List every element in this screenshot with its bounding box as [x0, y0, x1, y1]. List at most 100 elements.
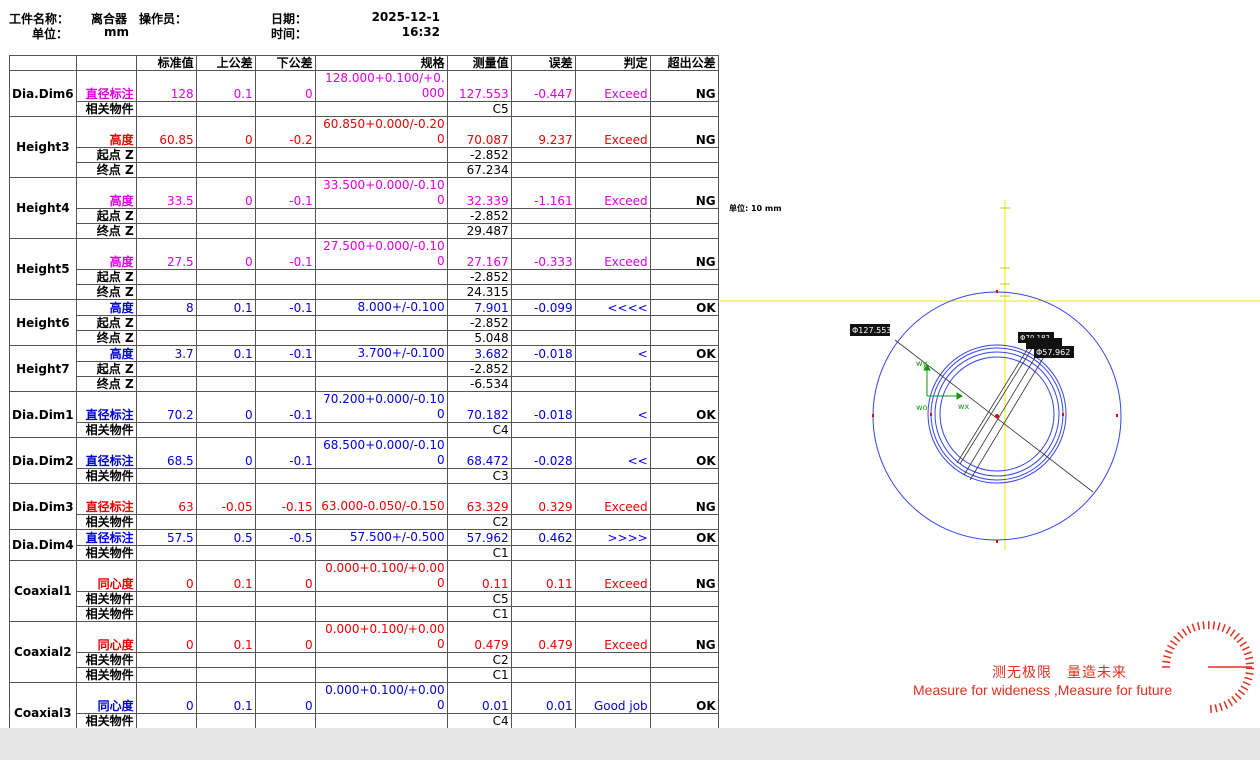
table-sub-row: 起点 Z -2.852 — [10, 147, 719, 163]
judgement: Exceed — [574, 621, 651, 653]
feature-name: Height7 — [9, 345, 77, 392]
lower-tolerance: -0.1 — [254, 177, 316, 209]
table-sub-row: 终点 Z 67.234 — [10, 162, 719, 178]
column-header: 误差 — [510, 55, 576, 71]
out-of-tolerance: NG — [649, 621, 719, 653]
nominal-value: 60.85 — [135, 116, 197, 148]
measured-value: 27.167 — [446, 238, 512, 270]
feature-name: Dia.Dim4 — [9, 529, 77, 561]
time-value: 16:32 — [401, 25, 440, 39]
sub-label: 终点 Z — [75, 162, 137, 178]
sub-label: 终点 Z — [75, 223, 137, 239]
column-header: 标准值 — [135, 55, 197, 71]
sub-label: 相关物件 — [75, 713, 137, 729]
bottom-scroll-bar[interactable] — [0, 728, 1260, 760]
upper-tolerance: 0 — [195, 391, 256, 423]
spec-value: 68.500+0.000/-0.100 — [314, 437, 448, 469]
sub-value: C1 — [446, 667, 512, 683]
sub-value: 24.315 — [446, 284, 512, 300]
measured-value: 0.11 — [446, 560, 512, 592]
nominal-value: 0 — [135, 682, 197, 714]
sub-label: 终点 Z — [75, 376, 137, 392]
table-sub-row: 起点 Z -2.852 — [10, 361, 719, 377]
measured-value: 68.472 — [446, 437, 512, 469]
sub-value: 29.487 — [446, 223, 512, 239]
lower-tolerance: 0 — [254, 621, 316, 653]
upper-tolerance: 0 — [195, 116, 256, 148]
table-sub-row: 相关物件 C1 — [10, 667, 719, 683]
upper-tolerance: 0.1 — [195, 345, 256, 362]
error-value: 0.01 — [510, 682, 576, 714]
nominal-value: 8 — [135, 299, 197, 316]
judgement: Exceed — [574, 560, 651, 592]
crosshair — [720, 200, 1260, 550]
error-value: -1.161 — [510, 177, 576, 209]
table-row: Dia.Dim4 直径标注 57.5 0.5 -0.5 57.500+/-0.500 57.… — [9, 529, 719, 561]
sub-value: C1 — [446, 545, 512, 561]
nominal-value: 68.5 — [135, 437, 197, 469]
spec-value: 8.000+/-0.100 — [314, 299, 448, 316]
nominal-value: 33.5 — [135, 177, 197, 209]
error-value: 9.237 — [510, 116, 576, 148]
column-header — [9, 55, 77, 71]
measure-type: 同心度 — [75, 682, 137, 714]
feature-name: Coaxial1 — [9, 560, 77, 622]
feature-name: Height4 — [9, 177, 77, 239]
error-value: -0.099 — [510, 299, 576, 316]
column-header: 上公差 — [195, 55, 256, 71]
lower-tolerance: -0.1 — [254, 437, 316, 469]
sub-value: -2.852 — [446, 315, 512, 331]
measure-type: 直径标注 — [75, 483, 137, 515]
sub-label: 起点 Z — [75, 208, 137, 224]
lower-tolerance: 0 — [254, 560, 316, 592]
slogan-english: Measure for wideness ,Measure for future — [913, 682, 1173, 698]
measured-value: 32.339 — [446, 177, 512, 209]
judgement: Exceed — [574, 483, 651, 515]
sub-value: C3 — [446, 468, 512, 484]
sub-label: 相关物件 — [75, 606, 137, 622]
measured-value: 7.901 — [446, 299, 512, 316]
sub-label: 相关物件 — [75, 667, 137, 683]
out-of-tolerance: OK — [649, 437, 719, 469]
measure-type: 高度 — [75, 116, 137, 148]
upper-tolerance: 0.1 — [195, 560, 256, 592]
judgement: << — [574, 437, 651, 469]
sub-label: 起点 Z — [75, 147, 137, 163]
axis-label-wy: wy — [916, 359, 928, 368]
table-sub-row: 相关物件 C1 — [10, 606, 719, 622]
measure-type: 高度 — [75, 177, 137, 209]
table-row: Coaxial1 同心度 0 0.1 0 0.000+0.100/+0.000 0.11 0.… — [9, 560, 719, 622]
table-row: Height3 高度 60.85 0 -0.2 60.850+0.000/-0.200 70… — [9, 116, 719, 178]
upper-tolerance: -0.05 — [195, 483, 256, 515]
feature-name: Dia.Dim2 — [9, 437, 77, 484]
nominal-value: 27.5 — [135, 238, 197, 270]
measured-value: 70.087 — [446, 116, 512, 148]
sub-value: 5.048 — [446, 330, 512, 346]
sub-value: C4 — [446, 422, 512, 438]
spec-value: 3.700+/-0.100 — [314, 345, 448, 362]
table-row: Height4 高度 33.5 0 -0.1 33.500+0.000/-0.100 32.… — [9, 177, 719, 239]
lower-tolerance: 0 — [254, 682, 316, 714]
unit-label: 单位： — [32, 27, 69, 41]
sub-value: C1 — [446, 606, 512, 622]
sub-value: C2 — [446, 514, 512, 530]
axis-label-wo: wo — [916, 403, 928, 412]
spec-value: 0.000+0.100/+0.000 — [314, 560, 448, 592]
lower-tolerance: 0 — [254, 70, 316, 102]
measured-value: 0.01 — [446, 682, 512, 714]
sub-value: C2 — [446, 652, 512, 668]
measured-value: 63.329 — [446, 483, 512, 515]
operator-label: 操作员： — [139, 12, 188, 26]
judgement: < — [574, 345, 651, 362]
feature-name: Height6 — [9, 299, 77, 346]
spec-value: 0.000+0.100/+0.000 — [314, 682, 448, 714]
table-sub-row: 终点 Z 29.487 — [10, 223, 719, 239]
axis-label-wx: wx — [958, 402, 970, 411]
upper-tolerance: 0.1 — [195, 299, 256, 316]
error-value: -0.447 — [510, 70, 576, 102]
dim-label-127: Φ127.553 — [852, 326, 891, 335]
table-row: Coaxial2 同心度 0 0.1 0 0.000+0.100/+0.000 0.479 0… — [9, 621, 719, 683]
table-row: Dia.Dim3 直径标注 63 -0.05 -0.15 63.000-0.050/-0.… — [9, 483, 719, 530]
measure-type: 直径标注 — [75, 437, 137, 469]
sub-label: 终点 Z — [75, 330, 137, 346]
